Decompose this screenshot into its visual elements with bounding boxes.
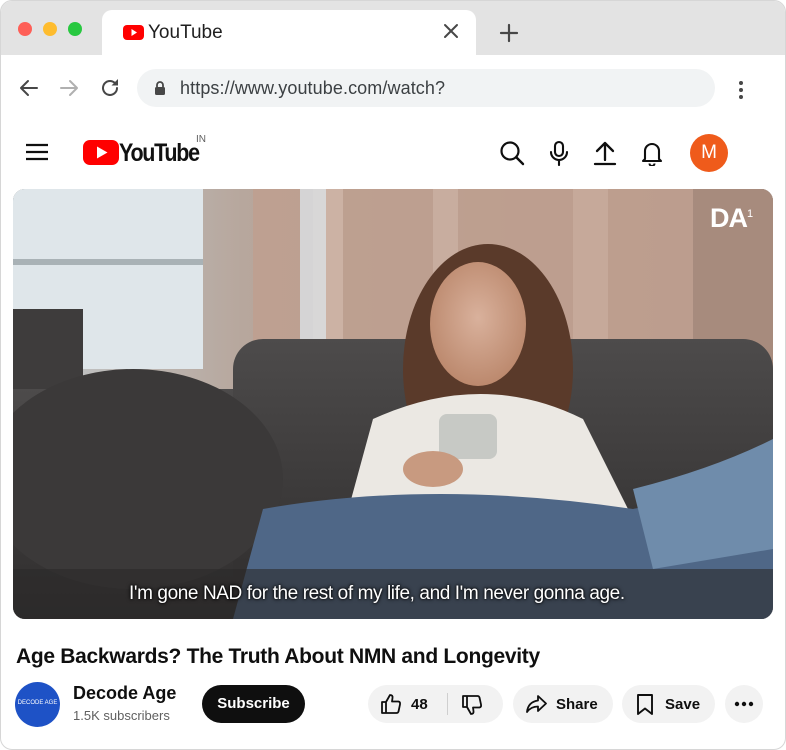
plus-icon[interactable] [498,22,520,44]
lock-icon [155,81,165,95]
country-code: IN [196,134,206,145]
video-caption: I'm gone NAD for the rest of my life, an… [129,583,625,604]
window-maximize-button[interactable] [68,22,82,36]
user-avatar[interactable]: M [690,134,728,172]
arrow-left-icon[interactable] [18,77,40,99]
url-text: https://www.youtube.com/watch? [180,78,446,98]
share-arrow-icon [526,695,547,713]
youtube-logo-icon[interactable] [83,140,119,165]
video-player[interactable]: DA1 I'm gone NAD for the rest of my life… [13,189,773,619]
watermark-text: DA [710,203,748,233]
youtube-header: YouTube IN M [1,121,785,187]
channel-avatar[interactable]: DECODE AGE [15,682,60,727]
watermark-superscript: 1 [747,208,753,220]
browser-toolbar: https://www.youtube.com/watch? [1,55,785,121]
save-label: Save [665,696,701,713]
horizontal-dots-icon [734,701,754,707]
save-button[interactable]: Save [622,685,715,723]
share-button[interactable]: Share [513,685,613,723]
browser-tab[interactable]: YouTube [102,10,476,55]
search-icon[interactable] [499,140,525,166]
video-frame-image [13,189,773,619]
channel-watermark: DA1 [710,203,753,234]
window-minimize-button[interactable] [43,22,57,36]
tab-strip: YouTube [1,1,785,55]
address-bar[interactable]: https://www.youtube.com/watch? [137,69,715,107]
browser-window: YouTube https://www.youtube.com/watch? Y… [0,0,786,750]
tab-title: YouTube [148,22,223,43]
window-close-button[interactable] [18,22,32,36]
subscribe-button[interactable]: Subscribe [202,685,305,723]
more-actions-button[interactable] [725,685,763,723]
upload-icon[interactable] [592,140,618,166]
bookmark-icon [637,694,653,715]
like-count: 48 [411,696,428,713]
youtube-logo-text[interactable]: YouTube [119,139,200,168]
arrow-right-icon[interactable] [58,77,80,99]
like-dislike-group: 48 [368,685,503,723]
close-icon[interactable] [442,22,460,40]
reload-icon[interactable] [99,77,121,99]
hamburger-icon[interactable] [25,142,49,162]
bell-icon[interactable] [639,140,665,166]
microphone-icon[interactable] [546,140,572,166]
video-title: Age Backwards? The Truth About NMN and L… [16,645,540,668]
pill-divider [447,693,448,715]
subscriber-count: 1.5K subscribers [73,708,170,723]
vertical-dots-icon[interactable] [731,79,751,101]
thumbs-up-icon[interactable] [380,693,402,715]
share-label: Share [556,696,598,713]
channel-avatar-text: DECODE AGE [17,700,58,706]
youtube-favicon-icon [123,25,144,40]
channel-name[interactable]: Decode Age [73,683,176,704]
thumbs-down-icon[interactable] [461,694,483,716]
